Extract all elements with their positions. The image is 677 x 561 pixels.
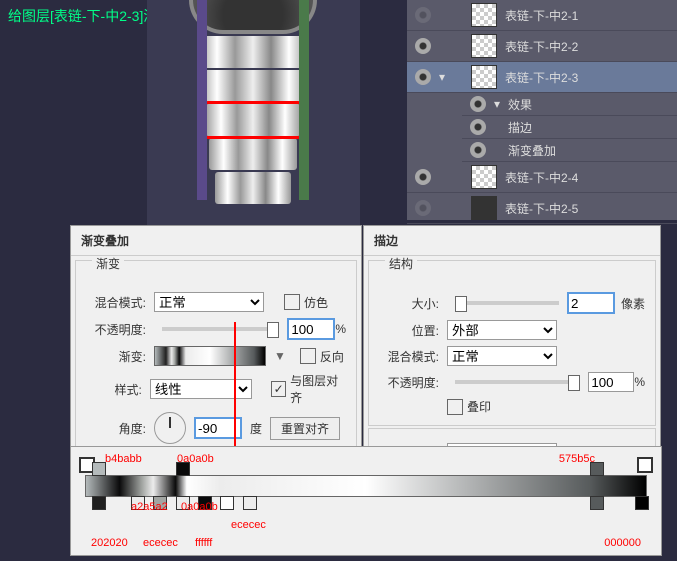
color-stop[interactable] bbox=[92, 496, 106, 510]
hex-label: 0a0a0b bbox=[177, 453, 214, 465]
color-stop[interactable] bbox=[243, 496, 257, 510]
layer-row-active[interactable]: ▾表链-下-中2-3 bbox=[407, 62, 677, 93]
gradient-picker[interactable] bbox=[154, 346, 266, 366]
opacity-input[interactable] bbox=[287, 318, 335, 340]
size-input[interactable] bbox=[567, 292, 615, 314]
hex-label: 575b5c bbox=[559, 453, 595, 465]
preview-area bbox=[147, 0, 360, 225]
layer-row[interactable]: 表链-下-中2-1 bbox=[407, 0, 677, 31]
overprint-check[interactable] bbox=[447, 399, 463, 415]
angle-dial[interactable] bbox=[154, 412, 186, 444]
visibility-icon[interactable] bbox=[415, 69, 431, 85]
layer-row[interactable]: 表链-下-中2-2 bbox=[407, 31, 677, 62]
color-stop[interactable] bbox=[92, 462, 106, 476]
opacity-slider[interactable] bbox=[455, 380, 580, 384]
hex-label: 0a0a0b bbox=[181, 501, 218, 513]
style-select[interactable]: 线性 bbox=[150, 379, 253, 399]
opacity-slider[interactable] bbox=[162, 327, 279, 331]
blend-select[interactable]: 正常 bbox=[447, 346, 557, 366]
color-stop[interactable] bbox=[220, 496, 234, 510]
fx-row[interactable]: ▾效果 bbox=[462, 93, 677, 116]
size-slider[interactable] bbox=[455, 301, 559, 305]
reset-button[interactable]: 重置对齐 bbox=[270, 417, 340, 440]
visibility-icon[interactable] bbox=[470, 96, 486, 112]
color-stop[interactable] bbox=[590, 496, 604, 510]
hex-label: ececec bbox=[231, 519, 266, 531]
layers-panel: 表链-下-中2-1 表链-下-中2-2 ▾表链-下-中2-3 ▾效果 描边 渐变… bbox=[407, 0, 677, 220]
hex-label: 000000 bbox=[604, 537, 641, 549]
selected-link bbox=[205, 104, 301, 136]
arrow-icon bbox=[234, 322, 236, 462]
gradient-overlay-panel: 渐变叠加 渐变 混合模式:正常仿色 不透明度:% 渐变:▼反向 样式:线性✓与图… bbox=[70, 225, 362, 447]
opacity-stop[interactable] bbox=[637, 457, 653, 473]
expand-icon[interactable]: ▾ bbox=[439, 70, 449, 84]
hex-label: 202020 bbox=[91, 537, 128, 549]
opacity-input[interactable] bbox=[588, 372, 634, 392]
hex-label: a2a5a2 bbox=[131, 501, 168, 513]
align-check[interactable]: ✓ bbox=[271, 381, 286, 397]
visibility-icon[interactable] bbox=[415, 200, 431, 216]
reverse-check[interactable] bbox=[300, 348, 316, 364]
stroke-panel: 描边 结构 大小:像素 位置:外部 混合模式:正常 不透明度:% 叠印 填充类型… bbox=[363, 225, 661, 447]
position-select[interactable]: 外部 bbox=[447, 320, 557, 340]
blend-select[interactable]: 正常 bbox=[154, 292, 264, 312]
hex-label: b4babb bbox=[105, 453, 142, 465]
visibility-icon[interactable] bbox=[415, 7, 431, 23]
panel-title: 描边 bbox=[364, 226, 660, 256]
gradient-ramp[interactable] bbox=[85, 475, 647, 497]
visibility-icon[interactable] bbox=[470, 142, 486, 158]
hex-label: ececec bbox=[143, 537, 178, 549]
visibility-icon[interactable] bbox=[470, 119, 486, 135]
hex-label: ffffff bbox=[195, 537, 212, 549]
layer-row[interactable]: 表链-下-中2-4 bbox=[407, 162, 677, 193]
fx-overlay[interactable]: 渐变叠加 bbox=[462, 139, 677, 162]
dither-check[interactable] bbox=[284, 294, 300, 310]
visibility-icon[interactable] bbox=[415, 38, 431, 54]
gradient-editor: b4babb 0a0a0b 575b5c a2a5a2 0a0a0b ecece… bbox=[70, 446, 662, 556]
color-stop[interactable] bbox=[635, 496, 649, 510]
visibility-icon[interactable] bbox=[415, 169, 431, 185]
layer-row[interactable]: 表链-下-中2-5 bbox=[407, 193, 677, 224]
fx-stroke[interactable]: 描边 bbox=[462, 116, 677, 139]
panel-title: 渐变叠加 bbox=[71, 226, 361, 256]
